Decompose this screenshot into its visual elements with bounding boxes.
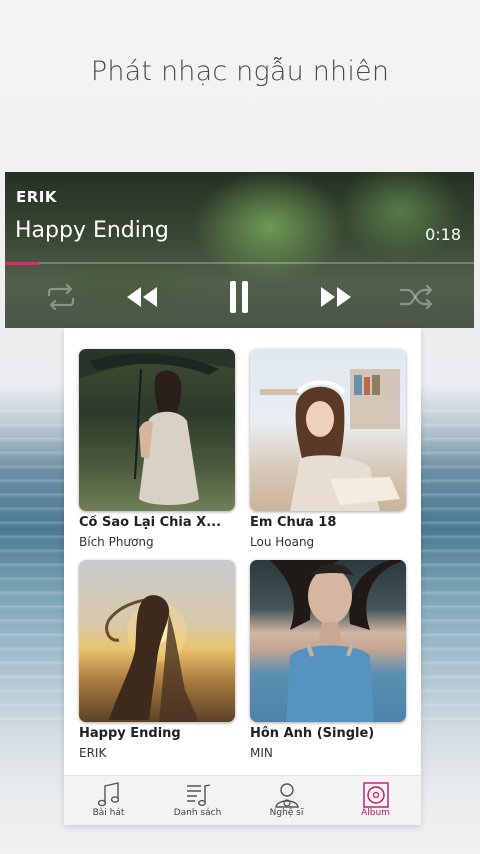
previous-button[interactable] bbox=[121, 276, 161, 318]
album-artist: ERIK bbox=[79, 746, 107, 760]
music-note-icon bbox=[97, 782, 119, 807]
tab-artists-label: Nghệ sĩ bbox=[269, 808, 304, 818]
now-playing-bar[interactable]: ERIK Happy Ending 0:18 bbox=[5, 172, 474, 328]
album-cover bbox=[250, 560, 406, 722]
elapsed-time: 0:18 bbox=[425, 225, 461, 244]
album-panel: Cố Sao Lại Chia X... Bích Phương Em Chưa… bbox=[64, 328, 421, 825]
bottom-tab-bar: Bài hát Danh sách Nghệ sĩ Album bbox=[64, 775, 421, 825]
tab-album-label: Album bbox=[361, 808, 390, 818]
next-icon bbox=[321, 287, 351, 307]
repeat-icon bbox=[47, 284, 75, 310]
shuffle-icon bbox=[399, 284, 433, 310]
tab-playlists[interactable]: Danh sách bbox=[153, 776, 242, 826]
album-title: Em Chưa 18 bbox=[250, 515, 337, 530]
playback-controls bbox=[5, 276, 474, 318]
pause-icon bbox=[230, 281, 248, 313]
tab-album[interactable]: Album bbox=[331, 776, 420, 826]
album-artist: Lou Hoang bbox=[250, 535, 315, 549]
album-cover bbox=[79, 349, 235, 511]
album-title: Cố Sao Lại Chia X... bbox=[79, 515, 222, 530]
album-card[interactable]: Cố Sao Lại Chia X... Bích Phương bbox=[79, 349, 235, 549]
album-card[interactable]: Happy Ending ERIK bbox=[79, 560, 235, 760]
page-title: Phát nhạc ngẫu nhiên bbox=[90, 56, 390, 87]
tab-songs-label: Bài hát bbox=[92, 808, 125, 818]
repeat-button[interactable] bbox=[41, 276, 81, 318]
album-artist: Bích Phương bbox=[79, 535, 154, 549]
now-playing-title: Happy Ending bbox=[15, 218, 169, 243]
tab-songs[interactable]: Bài hát bbox=[64, 776, 153, 826]
pause-button[interactable] bbox=[219, 276, 259, 318]
tab-playlists-label: Danh sách bbox=[173, 808, 222, 818]
next-button[interactable] bbox=[317, 276, 357, 318]
artist-icon bbox=[274, 783, 299, 808]
now-playing-artist: ERIK bbox=[16, 188, 58, 206]
tab-artists[interactable]: Nghệ sĩ bbox=[242, 776, 331, 826]
album-artist: MIN bbox=[250, 746, 273, 760]
progress-fill bbox=[5, 261, 40, 265]
shuffle-button[interactable] bbox=[395, 276, 439, 318]
album-title: Happy Ending bbox=[79, 726, 181, 741]
album-cover bbox=[79, 560, 235, 722]
album-title: Hôn Anh (Single) bbox=[250, 726, 375, 741]
album-cover bbox=[250, 349, 406, 511]
playlist-icon bbox=[186, 784, 210, 807]
album-card[interactable]: Em Chưa 18 Lou Hoang bbox=[250, 349, 406, 549]
album-card[interactable]: Hôn Anh (Single) MIN bbox=[250, 560, 406, 760]
album-icon bbox=[362, 782, 389, 808]
previous-icon bbox=[127, 287, 157, 307]
progress-bar[interactable] bbox=[5, 261, 474, 265]
